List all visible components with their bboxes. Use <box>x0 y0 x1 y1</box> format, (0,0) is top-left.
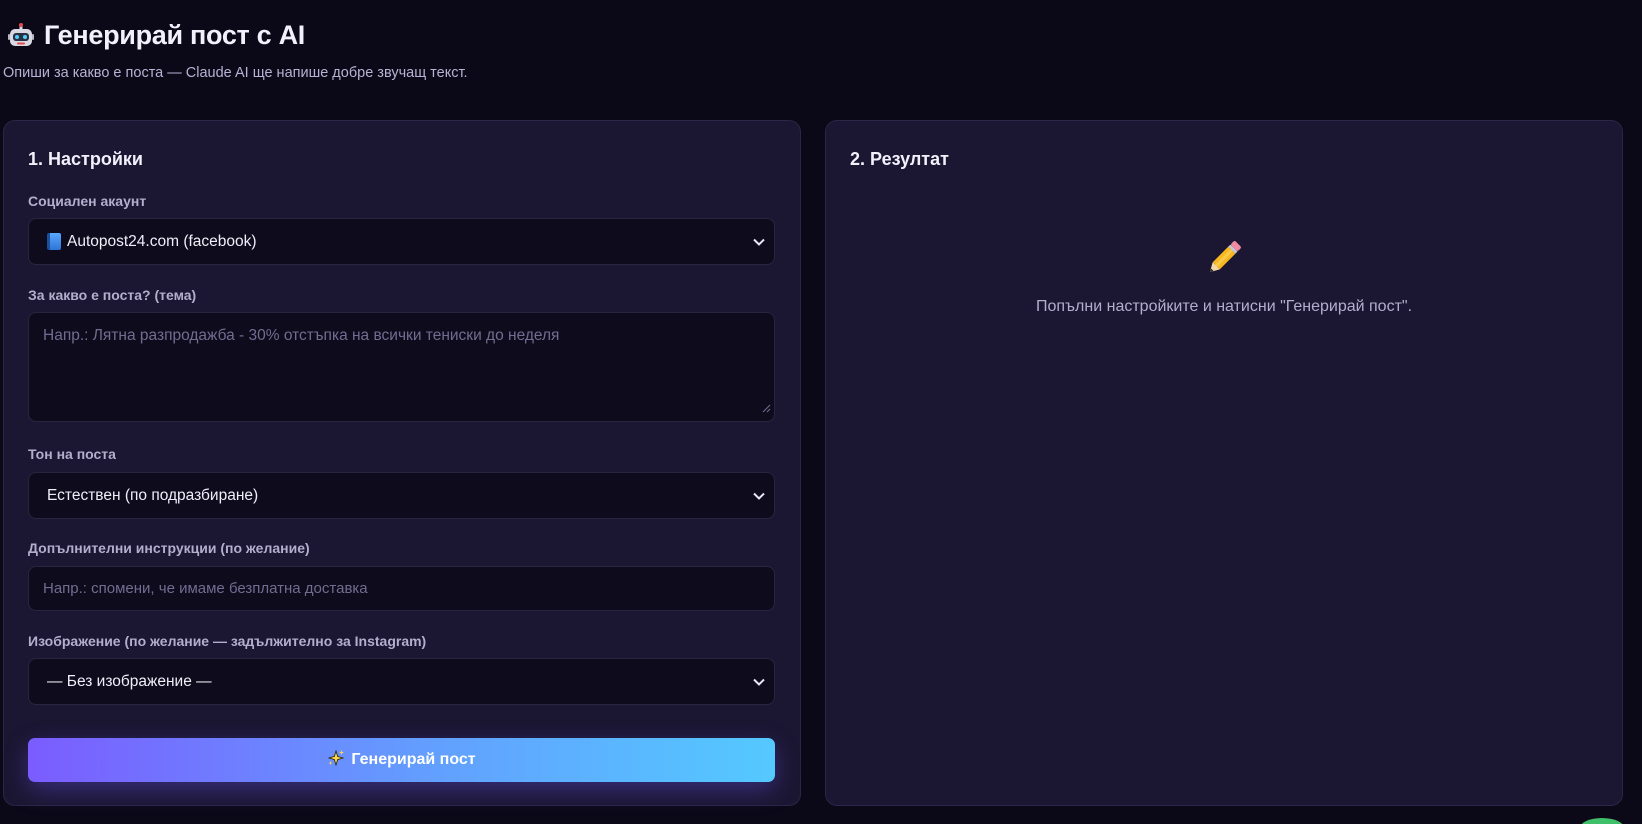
instructions-placeholder: Напр.: спомени, че имаме безплатна доста… <box>43 580 368 597</box>
tone-select[interactable]: Естествен (по подразбиране) <box>28 472 775 519</box>
instructions-input[interactable]: Напр.: спомени, че имаме безплатна доста… <box>28 566 775 611</box>
floating-action-button[interactable] <box>1580 818 1624 824</box>
page-subtitle: Опиши за какво е поста — Claude AI ще на… <box>3 65 468 81</box>
topic-placeholder: Напр.: Лятна разпродажба - 30% отстъпка … <box>43 327 560 344</box>
title-row: Генерирай пост с AI <box>8 20 468 51</box>
account-label: Социален акаунт <box>28 193 147 209</box>
image-select[interactable]: — Без изображение — <box>28 658 775 705</box>
image-select-text: — Без изображение — <box>47 672 212 690</box>
account-select[interactable]: Autopost24.com (facebook) <box>28 218 775 265</box>
result-empty-state: Попълни настройките и натисни "Генерирай… <box>826 236 1622 316</box>
resize-handle-icon[interactable] <box>762 400 771 418</box>
account-select-value: Autopost24.com (facebook) <box>47 233 744 251</box>
robot-icon <box>8 22 34 49</box>
instructions-label: Допълнителни инструкции (по желание) <box>28 540 310 556</box>
sparkles-icon <box>327 749 345 772</box>
tone-label: Тон на поста <box>28 446 116 462</box>
settings-heading: 1. Настройки <box>28 149 143 169</box>
account-select-text: Autopost24.com (facebook) <box>67 232 257 250</box>
tone-select-text: Естествен (по подразбиране) <box>47 486 259 504</box>
chevron-down-icon <box>744 219 774 264</box>
page-title: Генерирай пост с AI <box>44 20 305 50</box>
chevron-down-icon <box>744 473 774 518</box>
pencil-icon <box>1202 236 1246 280</box>
result-panel: 2. Резултат Попълни настройките и натисн… <box>825 120 1623 806</box>
chevron-down-icon <box>744 659 774 704</box>
topic-label: За какво е поста? (тема) <box>28 287 197 303</box>
facebook-book-icon <box>47 233 61 250</box>
page: Генерирай пост с AI Опиши за какво е пос… <box>0 0 1642 824</box>
generate-post-button[interactable]: Генерирай пост <box>28 738 775 782</box>
result-empty-message: Попълни настройките и натисни "Генерирай… <box>1035 298 1413 315</box>
topic-textarea[interactable]: Напр.: Лятна разпродажба - 30% отстъпка … <box>28 312 775 422</box>
page-header: Генерирай пост с AI Опиши за какво е пос… <box>3 20 468 81</box>
image-label: Изображение (по желание — задължително з… <box>28 633 427 649</box>
settings-panel: 1. Настройки Социален акаунт Autopost24.… <box>3 120 801 806</box>
result-heading: 2. Резултат <box>850 149 949 169</box>
generate-post-label: Генерирай пост <box>351 751 476 768</box>
